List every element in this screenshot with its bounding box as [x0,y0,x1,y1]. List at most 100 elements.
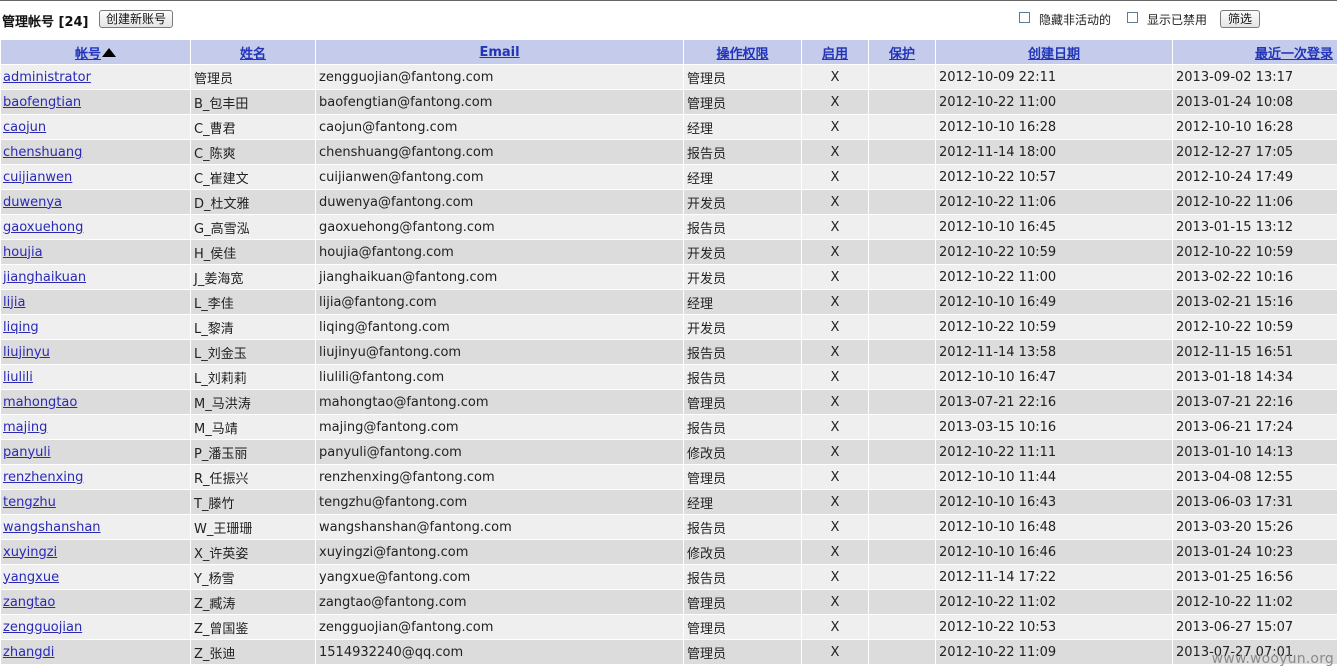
email-cell: caojun@fantong.com [315,114,684,140]
account-link[interactable]: administrator [3,70,91,85]
account-cell: zengguojian [0,614,191,640]
name-cell: L_李佳 [190,289,316,315]
last-login-cell: 2013-01-10 14:13 [1172,439,1337,465]
show-disabled-checkbox[interactable] [1127,12,1138,23]
created-date-cell: 2012-10-10 16:49 [935,289,1173,315]
account-link[interactable]: baofengtian [3,95,81,110]
account-link[interactable]: liujinyu [3,345,50,360]
account-link[interactable]: xuyingzi [3,545,57,560]
enabled-cell: X [801,314,869,340]
account-cell: caojun [0,114,191,140]
permission-cell: 管理员 [683,89,802,115]
account-link[interactable]: gaoxuehong [3,220,83,235]
last-login-cell: 2012-10-22 11:02 [1172,589,1337,615]
account-link[interactable]: panyuli [3,445,51,460]
table-row: zhangdi Z_张迪 1514932240@qq.com 管理员 X 2012-10-… [0,639,1337,665]
toolbar: 管理帐号 [24] 创建新账号 隐藏非活动的 显示已禁用 筛选 [0,2,1337,38]
account-link[interactable]: renzhenxing [3,470,83,485]
permission-cell: 开发员 [683,314,802,340]
protected-cell [868,539,936,565]
created-date-cell: 2012-10-10 16:45 [935,214,1173,240]
account-link[interactable]: jianghaikuan [3,270,86,285]
account-link[interactable]: yangxue [3,570,59,585]
enabled-cell: X [801,339,869,365]
sort-last-login-link[interactable]: 最近一次登录 [1255,47,1333,62]
permission-cell: 报告员 [683,139,802,165]
last-login-cell: 2013-02-21 15:16 [1172,289,1337,315]
account-cell: majing [0,414,191,440]
last-login-cell: 2013-09-02 13:17 [1172,64,1337,90]
account-link[interactable]: zengguojian [3,620,82,635]
account-link[interactable]: tengzhu [3,495,56,510]
permission-cell: 报告员 [683,214,802,240]
sort-protected-link[interactable]: 保护 [889,47,915,62]
name-cell: J_姜海宽 [190,264,316,290]
protected-cell [868,414,936,440]
table-header-row: 帐号 姓名 Email 操作权限 启用 保护 创建日期 最近一次登录 [0,39,1337,65]
account-link[interactable]: wangshanshan [3,520,101,535]
name-cell: L_黎清 [190,314,316,340]
account-link[interactable]: cuijianwen [3,170,72,185]
protected-cell [868,589,936,615]
email-cell: baofengtian@fantong.com [315,89,684,115]
protected-cell [868,439,936,465]
column-header-permission[interactable]: 操作权限 [683,39,802,65]
permission-cell: 管理员 [683,64,802,90]
account-link[interactable]: zhangdi [3,645,54,660]
protected-cell [868,364,936,390]
hide-inactive-checkbox[interactable] [1019,12,1030,23]
sort-created-link[interactable]: 创建日期 [1028,47,1080,62]
protected-cell [868,564,936,590]
column-header-name[interactable]: 姓名 [190,39,316,65]
column-header-email[interactable]: Email [315,39,684,65]
column-header-created[interactable]: 创建日期 [935,39,1173,65]
permission-cell: 管理员 [683,589,802,615]
account-link[interactable]: liulili [3,370,33,385]
sort-email-link[interactable]: Email [479,45,519,60]
account-link[interactable]: chenshuang [3,145,82,160]
top-border [0,0,1337,1]
protected-cell [868,239,936,265]
enabled-cell: X [801,614,869,640]
account-cell: houjia [0,239,191,265]
column-header-account[interactable]: 帐号 [0,39,191,65]
column-header-last-login[interactable]: 最近一次登录 [1172,39,1337,65]
email-cell: renzhenxing@fantong.com [315,464,684,490]
account-link[interactable]: caojun [3,120,46,135]
table-row: caojun C_曹君 caojun@fantong.com 经理 X 2012-10-1… [0,114,1337,140]
sort-account-link[interactable]: 帐号 [75,47,101,62]
sort-permission-link[interactable]: 操作权限 [716,47,768,62]
account-link[interactable]: liqing [3,320,39,335]
table-row: yangxue Y_杨雪 yangxue@fantong.com 报告员 X 2012-1… [0,564,1337,590]
enabled-cell: X [801,439,869,465]
account-link[interactable]: majing [3,420,47,435]
account-link[interactable]: mahongtao [3,395,77,410]
enabled-cell: X [801,514,869,540]
column-header-protected[interactable]: 保护 [868,39,936,65]
account-link[interactable]: lijia [3,295,25,310]
account-link[interactable]: houjia [3,245,43,260]
last-login-cell: 2012-10-22 10:59 [1172,239,1337,265]
permission-cell: 报告员 [683,364,802,390]
table-row: xuyingzi X_许英姿 xuyingzi@fantong.com 修改员 X 201… [0,539,1337,565]
email-cell: xuyingzi@fantong.com [315,539,684,565]
permission-cell: 报告员 [683,414,802,440]
enabled-cell: X [801,214,869,240]
last-login-cell: 2013-01-25 16:56 [1172,564,1337,590]
create-account-button[interactable]: 创建新账号 [99,10,173,28]
filter-button[interactable]: 筛选 [1220,10,1260,28]
permission-cell: 修改员 [683,439,802,465]
sort-name-link[interactable]: 姓名 [240,47,266,62]
created-date-cell: 2012-11-14 13:58 [935,339,1173,365]
protected-cell [868,339,936,365]
account-link[interactable]: zangtao [3,595,55,610]
column-header-enabled[interactable]: 启用 [801,39,869,65]
permission-cell: 管理员 [683,389,802,415]
permission-cell: 经理 [683,489,802,515]
created-date-cell: 2012-10-22 10:57 [935,164,1173,190]
enabled-cell: X [801,489,869,515]
account-link[interactable]: duwenya [3,195,62,210]
created-date-cell: 2013-03-15 10:16 [935,414,1173,440]
protected-cell [868,489,936,515]
sort-enabled-link[interactable]: 启用 [822,47,848,62]
